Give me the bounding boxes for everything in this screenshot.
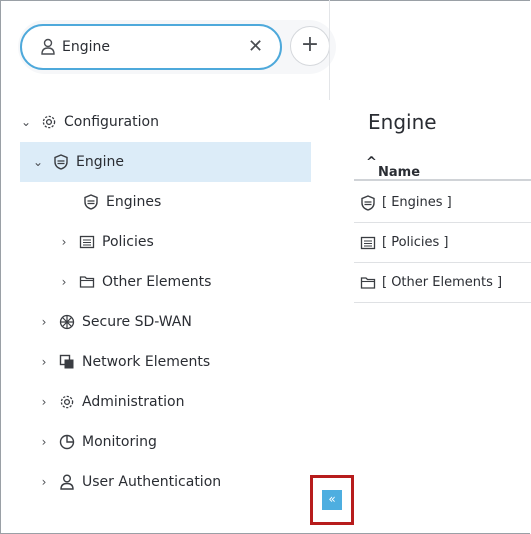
tree-item-label: Engines bbox=[106, 194, 162, 210]
tree-item-engines[interactable]: Engines bbox=[60, 182, 310, 222]
policies-icon bbox=[360, 235, 376, 251]
sort-ascending-icon: ^ bbox=[366, 155, 377, 170]
tree-item-administration[interactable]: › Administration bbox=[36, 382, 316, 422]
tree-item-label: Configuration bbox=[64, 114, 159, 130]
tree-item-label: Policies bbox=[102, 234, 154, 250]
engine-shield-icon bbox=[82, 193, 100, 211]
sdwan-icon bbox=[58, 313, 76, 331]
tree-item-label: Secure SD-WAN bbox=[82, 314, 192, 330]
row-label: [ Policies ] bbox=[382, 235, 449, 250]
folder-icon bbox=[360, 275, 376, 291]
network-elements-icon bbox=[58, 353, 76, 371]
tab-engine[interactable]: Engine ✕ bbox=[20, 24, 282, 70]
chevron-right-icon[interactable]: › bbox=[36, 315, 52, 329]
tree-item-label: Administration bbox=[82, 394, 185, 410]
tree-item-other-elements[interactable]: › Other Elements bbox=[56, 262, 310, 302]
engine-shield-icon bbox=[360, 194, 376, 211]
table-row[interactable]: [ Engines ] bbox=[354, 183, 531, 223]
collapse-sidebar-button[interactable]: « bbox=[322, 490, 342, 510]
tree-item-engine[interactable]: ⌄ Engine bbox=[20, 142, 311, 182]
tree-item-user-authentication[interactable]: › User Authentication bbox=[36, 462, 316, 502]
table-row[interactable]: [ Policies ] bbox=[354, 223, 531, 263]
tree-item-secure-sd-wan[interactable]: › Secure SD-WAN bbox=[36, 302, 316, 342]
column-header-label: Name bbox=[378, 165, 421, 180]
user-icon bbox=[40, 37, 56, 57]
user-icon bbox=[58, 473, 76, 491]
highlight-box: « bbox=[310, 475, 354, 525]
chevron-down-icon[interactable]: ⌄ bbox=[18, 115, 34, 129]
tab-bar: Engine ✕ + bbox=[10, 18, 336, 78]
tree-item-label: Network Elements bbox=[82, 354, 211, 370]
table-row[interactable]: [ Other Elements ] bbox=[354, 263, 531, 303]
tab-label: Engine bbox=[62, 39, 110, 55]
chevron-right-icon[interactable]: › bbox=[36, 435, 52, 449]
folder-icon bbox=[78, 273, 96, 291]
tree-item-monitoring[interactable]: › Monitoring bbox=[36, 422, 316, 462]
row-label: [ Engines ] bbox=[382, 195, 452, 210]
chevron-right-icon[interactable]: › bbox=[56, 235, 72, 249]
chevron-right-icon[interactable]: › bbox=[36, 355, 52, 369]
tree-item-label: Other Elements bbox=[102, 274, 212, 290]
tree-item-label: Monitoring bbox=[82, 434, 157, 450]
add-tab-button[interactable]: + bbox=[290, 26, 330, 66]
divider bbox=[329, 0, 330, 100]
tree-item-label: Engine bbox=[76, 154, 124, 170]
gear-icon bbox=[58, 393, 76, 411]
monitoring-icon bbox=[58, 433, 76, 451]
column-header-name[interactable]: Name ^ bbox=[354, 145, 531, 181]
policies-icon bbox=[78, 233, 96, 251]
tree-item-configuration[interactable]: ⌄ Configuration bbox=[18, 102, 318, 142]
tree-item-policies[interactable]: › Policies bbox=[56, 222, 310, 262]
chevron-right-icon[interactable]: › bbox=[56, 275, 72, 289]
gear-icon bbox=[40, 113, 58, 131]
engine-shield-icon bbox=[52, 153, 70, 171]
chevron-down-icon[interactable]: ⌄ bbox=[30, 155, 46, 169]
chevron-right-icon[interactable]: › bbox=[36, 475, 52, 489]
close-icon[interactable]: ✕ bbox=[248, 37, 263, 57]
tree-item-label: User Authentication bbox=[82, 474, 222, 490]
row-label: [ Other Elements ] bbox=[382, 275, 503, 290]
page-title: Engine bbox=[368, 110, 437, 134]
tree-item-network-elements[interactable]: › Network Elements bbox=[36, 342, 316, 382]
chevron-right-icon[interactable]: › bbox=[36, 395, 52, 409]
